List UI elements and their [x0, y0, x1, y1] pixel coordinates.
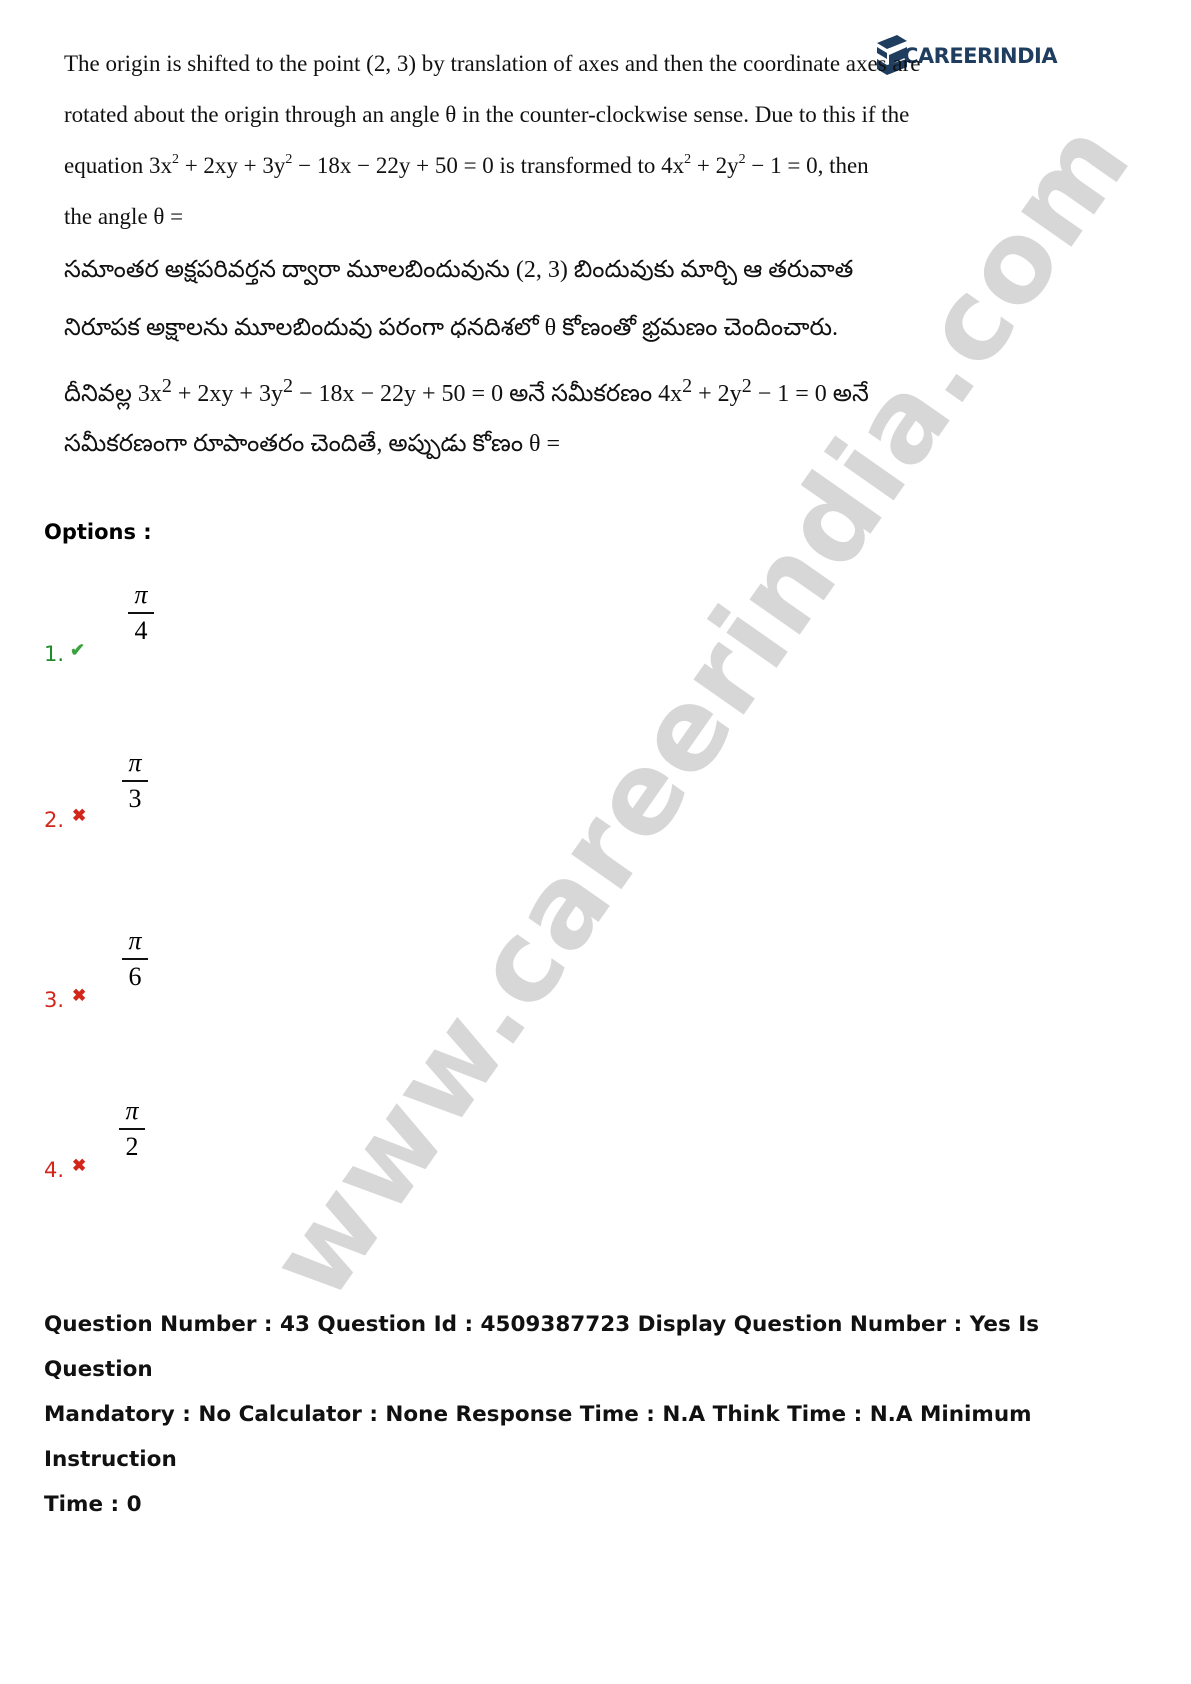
question-en-line-1: The origin is shifted to the point (2, 3…	[64, 51, 921, 76]
cross-icon: ✖	[72, 806, 87, 825]
question-text: The origin is shifted to the point (2, 3…	[64, 42, 921, 478]
metadata-line-2: Mandatory : No Calculator : None Respons…	[44, 1402, 1032, 1472]
option-number: 1.	[44, 642, 65, 666]
option-fraction: π4	[128, 580, 154, 646]
question-en-line-4: the angle θ =	[64, 204, 184, 229]
option-fraction: π6	[122, 926, 148, 992]
watermark: www.careerindia.com	[244, 98, 1157, 1322]
question-te-line-4: సమీకరణంగా రూపాంతరం చెందితే, అప్పుడు కోణం…	[64, 431, 561, 457]
question-te-line-1: సమాంతర అక్షపరివర్తన ద్వారా మూలబిందువును …	[64, 257, 854, 283]
question-en-line-2: rotated about the origin through an angl…	[64, 102, 910, 127]
question-te-line-2: నిరూపక అక్షాలను మూలబిందువు పరంగా ధనదిశలో…	[64, 315, 838, 341]
logo-text: CAREERINDIA	[903, 44, 1058, 68]
option-fraction: π3	[122, 748, 148, 814]
cross-icon: ✖	[72, 986, 87, 1005]
cross-icon: ✖	[72, 1156, 87, 1175]
question-te-line-3: దీనివల్ల 3x2 + 2xy + 3y2 − 18x − 22y + 5…	[64, 375, 869, 407]
check-icon: ✔	[70, 640, 86, 660]
option-number: 2.	[44, 808, 65, 832]
option-number: 3.	[44, 988, 65, 1012]
question-metadata: Question Number : 43 Question Id : 45093…	[44, 1302, 1144, 1527]
question-en-line-3: equation 3x2 + 2xy + 3y2 − 18x − 22y + 5…	[64, 152, 869, 179]
options-label: Options :	[44, 520, 152, 544]
option-fraction: π2	[119, 1096, 145, 1162]
option-number: 4.	[44, 1158, 65, 1182]
metadata-line-3: Time : 0	[44, 1492, 142, 1517]
metadata-line-1: Question Number : 43 Question Id : 45093…	[44, 1312, 1040, 1382]
